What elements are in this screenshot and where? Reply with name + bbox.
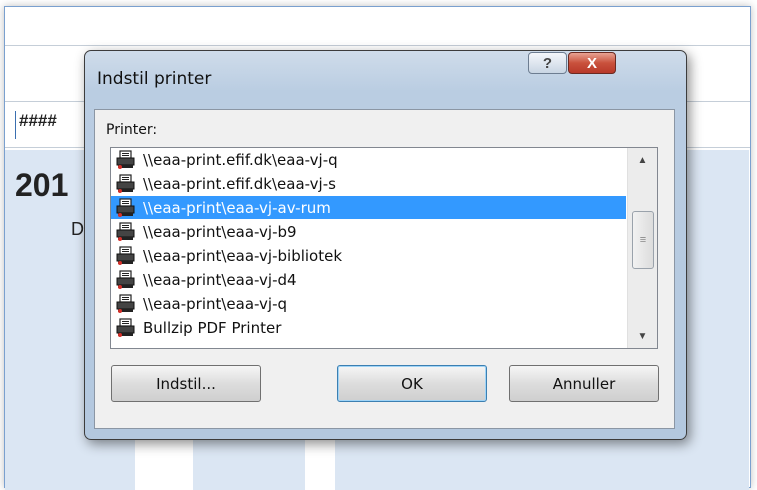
printer-icon — [115, 197, 137, 218]
printer-listbox[interactable]: \\eaa-print.efif.dk\eaa-vj-q \\eaa-print… — [110, 147, 658, 349]
printer-label-text: Printer: — [106, 122, 158, 138]
printer-icon — [115, 317, 137, 338]
close-button[interactable]: X — [568, 52, 616, 74]
help-icon: ? — [542, 54, 553, 72]
printer-list-item[interactable]: \\eaa-print\eaa-vj-bibliotek — [111, 244, 626, 267]
scroll-thumb[interactable]: ≡ — [632, 211, 654, 269]
dialog-content: Printer: \\eaa-print.efif.dk\eaa-vj-q \\… — [94, 109, 675, 429]
dialog-title: Indstil printer — [97, 69, 212, 89]
printer-name: \\eaa-print\eaa-vj-av-rum — [143, 198, 331, 217]
printer-icon — [115, 269, 137, 290]
printer-name: \\eaa-print.efif.dk\eaa-vj-q — [143, 150, 338, 169]
printer-list-item[interactable]: \\eaa-print\eaa-vj-q — [111, 292, 626, 315]
printer-list-item[interactable]: \\eaa-print.efif.dk\eaa-vj-q — [111, 148, 626, 171]
printer-icon — [115, 245, 137, 266]
printer-label: Printer: — [106, 122, 157, 138]
printer-list-item[interactable]: \\eaa-print.efif.dk\eaa-vj-s — [111, 172, 626, 195]
printer-icon — [115, 149, 137, 170]
close-icon: X — [586, 54, 597, 72]
printer-name: \\eaa-print\eaa-vj-q — [143, 294, 288, 313]
printer-setup-dialog: Indstil printer ? X Printer: \\eaa-print… — [84, 50, 687, 440]
printer-name: \\eaa-print\eaa-vj-bibliotek — [143, 246, 343, 265]
background-year-text: 201 — [15, 167, 69, 203]
scroll-down-arrow-icon[interactable]: ▼ — [628, 324, 657, 348]
printer-list-item-selected[interactable]: \\eaa-print\eaa-vj-av-rum — [111, 196, 626, 219]
printer-list-item[interactable]: \\eaa-print\eaa-vj-d4 — [111, 268, 626, 291]
setup-button-label: Indstil... — [156, 374, 216, 393]
printer-name: Bullzip PDF Printer — [143, 318, 282, 337]
printer-icon — [115, 293, 137, 314]
background-divider — [15, 111, 16, 139]
ok-button[interactable]: OK — [337, 365, 487, 402]
printer-name: \\eaa-print\eaa-vj-d4 — [143, 270, 297, 289]
cancel-button[interactable]: Annuller — [509, 365, 659, 402]
printer-icon — [115, 221, 137, 242]
background-divider — [5, 45, 750, 46]
vertical-scrollbar[interactable]: ▲ ≡ ▼ — [627, 148, 657, 348]
background-hash-text: #### — [19, 111, 57, 130]
scroll-up-arrow-icon[interactable]: ▲ — [628, 148, 657, 172]
help-button[interactable]: ? — [528, 52, 567, 74]
background-letter-text: D — [71, 219, 84, 239]
printer-list-item[interactable]: \\eaa-print\eaa-vj-b9 — [111, 220, 626, 243]
scroll-thumb-grip-icon: ≡ — [639, 234, 647, 246]
printer-name: \\eaa-print.efif.dk\eaa-vj-s — [143, 174, 336, 193]
printer-name: \\eaa-print\eaa-vj-b9 — [143, 222, 297, 241]
setup-button[interactable]: Indstil... — [111, 365, 261, 402]
ok-button-label: OK — [401, 374, 423, 393]
cancel-button-label: Annuller — [552, 374, 616, 393]
printer-icon — [115, 173, 137, 194]
printer-list-item[interactable]: Bullzip PDF Printer — [111, 316, 626, 339]
